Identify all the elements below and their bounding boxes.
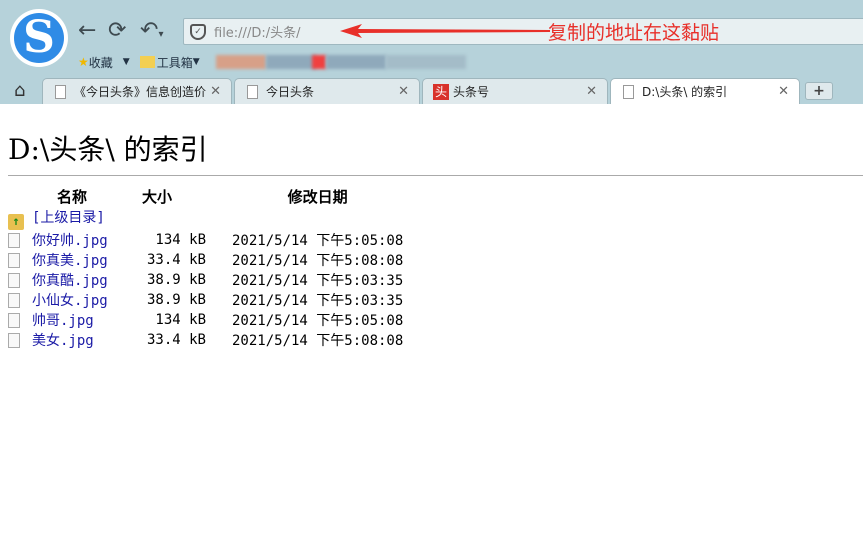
parent-row[interactable]: ↑ [上级目录] bbox=[8, 207, 403, 230]
table-row[interactable]: 你好帅.jpg 134 kB 2021/5/14 下午5:05:08 bbox=[8, 230, 403, 250]
file-date: 2021/5/14 下午5:08:08 bbox=[232, 253, 404, 269]
undo-icon[interactable]: ↶▾ bbox=[140, 18, 163, 48]
bookmarks-bar: ★ 收藏 ▼ 工具箱 ▼ bbox=[78, 52, 210, 72]
tab-toutiaohao[interactable]: 头头条号 ✕ bbox=[422, 78, 608, 104]
file-icon bbox=[623, 84, 634, 99]
close-icon[interactable]: ✕ bbox=[586, 84, 597, 99]
file-link[interactable]: 你好帅.jpg bbox=[32, 233, 108, 249]
file-size: 134 kB bbox=[155, 232, 206, 248]
page-title: D:\头条\ 的索引 bbox=[8, 133, 208, 166]
table-row[interactable]: 美女.jpg 33.4 kB 2021/5/14 下午5:08:08 bbox=[8, 330, 403, 350]
file-size: 38.9 kB bbox=[146, 292, 206, 308]
header-name[interactable]: 名称 bbox=[8, 186, 136, 207]
blurred-bookmark[interactable] bbox=[266, 55, 316, 69]
blurred-bookmark[interactable] bbox=[386, 55, 466, 69]
tab-toutiao-info[interactable]: 《今日头条》信息创造价 ✕ bbox=[42, 78, 232, 104]
close-icon[interactable]: ✕ bbox=[210, 84, 221, 99]
bookmark-toolbox[interactable]: 工具箱 ▼ bbox=[139, 54, 200, 71]
file-icon bbox=[247, 84, 258, 99]
file-icon bbox=[8, 313, 20, 328]
file-link[interactable]: 小仙女.jpg bbox=[32, 293, 108, 309]
toutiao-icon: 头 bbox=[433, 83, 449, 100]
annotation-text: 复制的地址在这黏贴 bbox=[548, 22, 720, 44]
table-row[interactable]: 小仙女.jpg 38.9 kB 2021/5/14 下午5:03:35 bbox=[8, 290, 403, 310]
file-date: 2021/5/14 下午5:03:35 bbox=[232, 293, 404, 309]
parent-directory-link[interactable]: [上级目录] bbox=[32, 210, 105, 226]
divider bbox=[8, 175, 863, 176]
file-link[interactable]: 你真美.jpg bbox=[32, 253, 108, 269]
file-icon bbox=[8, 233, 20, 248]
logo-s-icon: S bbox=[14, 13, 64, 63]
blurred-bookmark[interactable] bbox=[312, 55, 326, 69]
table-row[interactable]: 你真美.jpg 33.4 kB 2021/5/14 下午5:08:08 bbox=[8, 250, 403, 270]
refresh-icon[interactable]: ⟳ bbox=[108, 18, 126, 44]
bookmark-favorites[interactable]: ★ 收藏 ▼ bbox=[78, 54, 130, 71]
file-size: 134 kB bbox=[155, 312, 206, 328]
back-icon[interactable]: ← bbox=[78, 18, 96, 44]
file-icon bbox=[8, 253, 20, 268]
folder-icon bbox=[139, 56, 155, 68]
shield-icon: ✓ bbox=[190, 23, 206, 40]
file-link[interactable]: 你真酷.jpg bbox=[32, 273, 108, 289]
parent-folder-icon: ↑ bbox=[8, 214, 24, 230]
blurred-bookmark[interactable] bbox=[326, 55, 386, 69]
file-date: 2021/5/14 下午5:05:08 bbox=[232, 313, 404, 329]
file-date: 2021/5/14 下午5:05:08 bbox=[232, 233, 404, 249]
file-size: 38.9 kB bbox=[146, 272, 206, 288]
close-icon[interactable]: ✕ bbox=[778, 84, 789, 99]
file-link[interactable]: 帅哥.jpg bbox=[32, 313, 94, 329]
blurred-bookmark[interactable] bbox=[216, 55, 266, 69]
header-size[interactable]: 大小 bbox=[136, 186, 232, 207]
address-input[interactable]: file:///D:/头条/ bbox=[214, 22, 300, 41]
tab-index-active[interactable]: D:\头条\ 的索引 ✕ bbox=[610, 78, 800, 104]
file-listing: 名称 大小 修改日期 ↑ [上级目录] 你好帅.jpg 134 kB 2021/5/1… bbox=[8, 186, 403, 350]
file-date: 2021/5/14 下午5:03:35 bbox=[232, 273, 404, 289]
file-icon bbox=[8, 333, 20, 348]
file-link[interactable]: 美女.jpg bbox=[32, 333, 94, 349]
file-date: 2021/5/14 下午5:08:08 bbox=[232, 333, 404, 349]
file-size: 33.4 kB bbox=[146, 252, 206, 268]
browser-logo[interactable]: S bbox=[10, 9, 68, 67]
table-row[interactable]: 帅哥.jpg 134 kB 2021/5/14 下午5:05:08 bbox=[8, 310, 403, 330]
new-tab-button[interactable]: + bbox=[805, 82, 833, 100]
browser-chrome: S ← ⟳ ↶▾ ✓ file:///D:/头条/ 复制的地址在这黏贴 ★ 收藏 ▼… bbox=[0, 0, 863, 104]
file-icon bbox=[8, 273, 20, 288]
file-icon bbox=[55, 84, 66, 99]
header-modified[interactable]: 修改日期 bbox=[232, 186, 403, 207]
annotation-arrow bbox=[340, 24, 550, 38]
close-icon[interactable]: ✕ bbox=[398, 84, 409, 99]
tab-toutiao[interactable]: 今日头条 ✕ bbox=[234, 78, 420, 104]
tab-bar: 《今日头条》信息创造价 ✕ 今日头条 ✕ 头头条号 ✕ D:\头条\ 的索引 ✕ bbox=[0, 78, 863, 104]
file-icon bbox=[8, 293, 20, 308]
table-row[interactable]: 你真酷.jpg 38.9 kB 2021/5/14 下午5:03:35 bbox=[8, 270, 403, 290]
file-size: 33.4 kB bbox=[146, 332, 206, 348]
star-icon: ★ bbox=[78, 55, 89, 69]
